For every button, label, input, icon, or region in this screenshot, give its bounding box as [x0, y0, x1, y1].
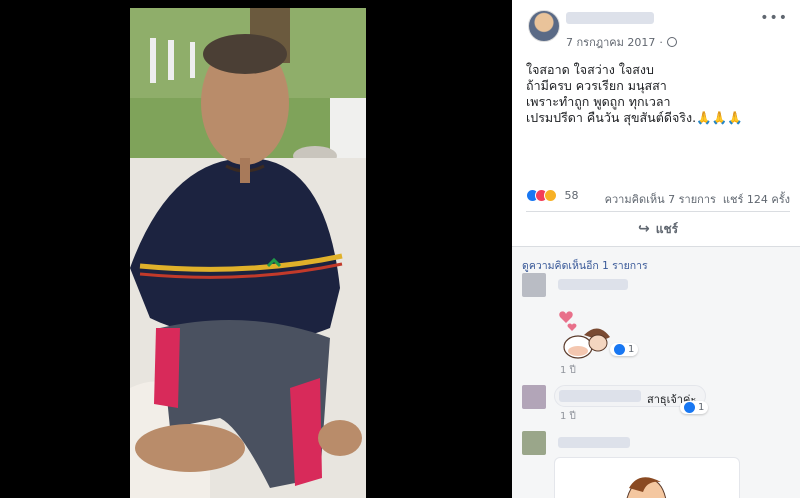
commenter-name-redacted[interactable]	[558, 279, 628, 290]
post-text: ใจสอาด ใจสว่าง ใจสงบ ถ้ามีครบ ควรเรียก ม…	[526, 62, 743, 126]
wow-reaction-icon[interactable]	[544, 188, 557, 202]
post-header: 7 กรกฎาคม 2017 · •••	[512, 0, 800, 56]
commenter-avatar[interactable]	[522, 385, 546, 409]
commenter-avatar[interactable]	[522, 273, 546, 297]
comments-section: ดูความคิดเห็นอีก 1 รายการ 1 1 ปี สาธุเจ้…	[512, 246, 800, 498]
share-button-label: แชร์	[655, 221, 679, 236]
more-horizontal-icon[interactable]: •••	[760, 10, 788, 26]
comment-time[interactable]: 1 ปี	[560, 409, 576, 424]
comment-count[interactable]: ความคิดเห็น 7 รายการ	[605, 193, 716, 206]
post-photo[interactable]	[130, 8, 366, 498]
post-text-line: เพราะทำถูก พูดถูก ทุกเวลา	[526, 94, 671, 109]
sticker-image	[559, 311, 610, 359]
comment-like-count: 1	[698, 402, 705, 413]
photo-illustration	[130, 8, 366, 498]
like-icon	[614, 344, 625, 355]
comment-like-count: 1	[628, 344, 635, 355]
comment-like-badge[interactable]: 1	[680, 401, 709, 414]
comment-like-badge[interactable]: 1	[610, 343, 639, 356]
post-text-line: เปรมปรีดา คืนวัน สุขสันต์ดีจริง.🙏🙏🙏	[526, 110, 743, 126]
engagement-counts: ความคิดเห็น 7 รายการ แชร์ 124 ครั้ง	[605, 190, 790, 208]
pray-emoji: 🙏🙏🙏	[696, 110, 743, 125]
post-text-line: ใจสอาด ใจสว่าง ใจสงบ	[526, 62, 654, 77]
photo-pane[interactable]	[0, 0, 498, 498]
view-more-comments-link[interactable]: ดูความคิดเห็นอีก 1 รายการ	[522, 257, 648, 274]
like-icon	[684, 402, 695, 413]
sticker-illustration	[626, 477, 667, 498]
comment-time[interactable]: 1 ปี	[560, 363, 576, 378]
commenter-avatar[interactable]	[522, 431, 546, 455]
commenter-name-redacted[interactable]	[559, 390, 641, 402]
author-avatar[interactable]	[528, 10, 560, 42]
sticker-image	[554, 457, 740, 498]
share-arrow-icon: ↪	[637, 221, 650, 237]
share-count[interactable]: แชร์ 124 ครั้ง	[723, 193, 790, 206]
commenter-name-redacted[interactable]	[558, 437, 630, 448]
post-meta: 7 กรกฎาคม 2017 ·	[566, 33, 677, 51]
post-text-line-content: เปรมปรีดา คืนวัน สุขสันต์ดีจริง.	[526, 110, 697, 125]
photo-viewer: 7 กรกฎาคม 2017 · ••• ใจสอาด ใจสว่าง ใจสง…	[0, 0, 800, 498]
reactions-bar: 58 ความคิดเห็น 7 รายการ แชร์ 124 ครั้ง	[526, 188, 790, 206]
post-date[interactable]: 7 กรกฎาคม 2017	[566, 33, 655, 51]
globe-icon	[666, 37, 677, 47]
share-button[interactable]: ↪ แชร์	[526, 215, 790, 243]
author-name-redacted[interactable]	[566, 12, 654, 24]
reaction-count[interactable]: 58	[565, 189, 579, 202]
divider	[526, 211, 790, 212]
post-panel: 7 กรกฎาคม 2017 · ••• ใจสอาด ใจสว่าง ใจสง…	[512, 0, 800, 498]
post-text-line: ถ้ามีครบ ควรเรียก มนุสสา	[526, 78, 667, 93]
